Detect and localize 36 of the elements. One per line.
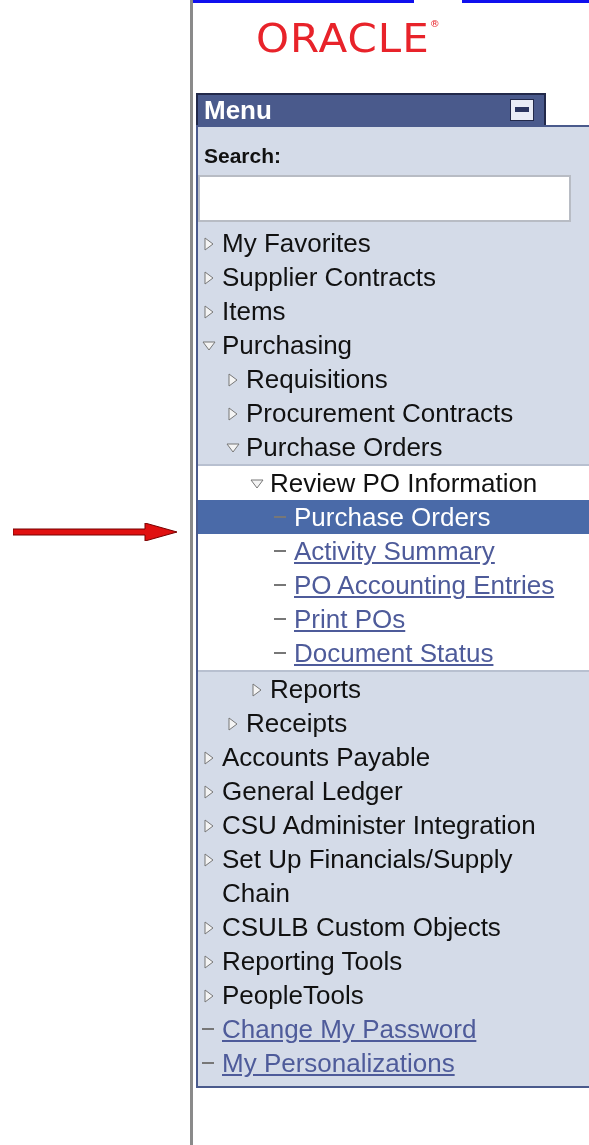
menu-folder[interactable]: Requisitions [246, 362, 576, 396]
menu-folder[interactable]: Review PO Information [270, 466, 589, 500]
menu-link[interactable]: Activity Summary [294, 534, 495, 568]
menu-link[interactable]: Document Status [294, 636, 494, 670]
dash-icon [274, 583, 286, 587]
oracle-logo: ORACLE$^{®}$ [256, 19, 441, 59]
menu-folder[interactable]: Receipts [246, 706, 576, 740]
menu-link[interactable]: Change My Password [222, 1012, 477, 1046]
minus-icon [515, 107, 529, 113]
menu-folder[interactable]: CSU Administer Integration [222, 808, 552, 842]
dash-icon [274, 617, 286, 621]
menu-folder[interactable]: Items [222, 294, 552, 328]
menu-folder[interactable]: General Ledger [222, 774, 552, 808]
menu-folder[interactable]: My Favorites [222, 226, 552, 260]
menu-link[interactable]: PO Accounting Entries [294, 568, 555, 602]
dash-icon [202, 1027, 214, 1031]
menu-folder[interactable]: PeopleTools [222, 978, 552, 1012]
dash-icon [274, 651, 286, 655]
menu-folder[interactable]: Accounts Payable [222, 740, 552, 774]
dash-icon [274, 549, 286, 553]
menu-folder[interactable]: Procurement Contracts [246, 396, 576, 430]
search-label: Search: [203, 143, 283, 169]
collapse-button[interactable] [510, 99, 534, 121]
menu-title: Menu [204, 95, 272, 125]
menu-folder[interactable]: Purchasing [222, 328, 552, 362]
search-field[interactable] [198, 175, 571, 222]
menu-folder[interactable]: Purchase Orders [246, 430, 576, 464]
menu-link[interactable]: Print POs [294, 602, 406, 636]
menu-link[interactable]: My Personalizations [222, 1046, 455, 1080]
menu-folder[interactable]: Reports [270, 672, 589, 706]
menu-folder[interactable]: CSULB Custom Objects [222, 910, 552, 944]
dash-icon [274, 515, 286, 519]
menu-folder[interactable]: Reporting Tools [222, 944, 552, 978]
menu-folder[interactable]: Set Up Financials/Supply Chain [222, 842, 552, 910]
menu-folder[interactable]: Supplier Contracts [222, 260, 552, 294]
dash-icon [202, 1061, 214, 1065]
